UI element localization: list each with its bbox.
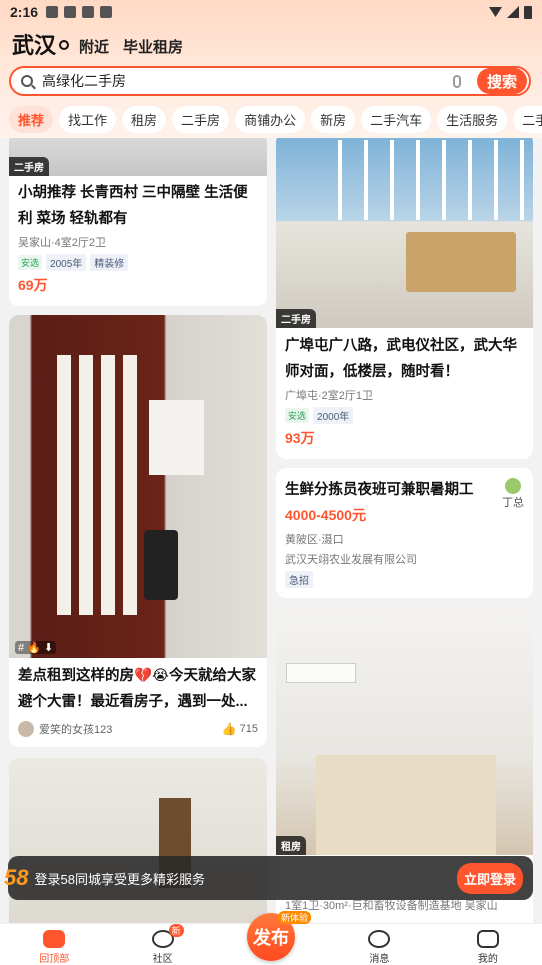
job-salary: 4000-4500元: [285, 507, 366, 523]
nav-back-to-top[interactable]: 回顶部: [0, 924, 108, 965]
recruiter-name: 丁总: [502, 497, 524, 509]
new-badge: 新: [168, 924, 184, 937]
job-location: 黄陂区·滠口: [285, 534, 344, 546]
like-icon[interactable]: 👍: [222, 722, 237, 736]
app-notification-icon: [100, 6, 113, 18]
tab-shop-office[interactable]: 商铺办公: [235, 106, 306, 133]
location-header: 武汉 附近 毕业租房: [0, 24, 542, 60]
job-card[interactable]: 生鲜分拣员夜班可兼职暑期工 4000-4500元 丁总 黄陂区·滠口 武汉天翊农…: [276, 468, 533, 598]
tab-recommend[interactable]: 推荐: [9, 106, 54, 133]
status-bar: 2:16: [0, 0, 542, 24]
city-selector[interactable]: 武汉: [12, 28, 56, 60]
tab-second-hand-house[interactable]: 二手房: [172, 106, 230, 133]
download-icon-2: [82, 6, 95, 18]
urgent-chip: 急招: [285, 571, 313, 588]
recruiter[interactable]: 丁总: [502, 478, 524, 525]
category-tabs: 推荐 找工作 租房 二手房 商铺办公 新房 二手汽车 生活服务 二手回: [0, 106, 542, 134]
notification-icon: [46, 6, 59, 18]
bed: [316, 755, 496, 855]
avatar[interactable]: [18, 721, 34, 737]
nav-messages[interactable]: 消息: [325, 924, 433, 965]
year-chip: 2005年: [46, 254, 87, 271]
job-header: 生鲜分拣员夜班可兼职暑期工 4000-4500元 丁总: [276, 468, 533, 525]
status-time: 2:16: [10, 4, 39, 20]
category-tag: 二手房: [9, 157, 49, 176]
listing-card-house-1[interactable]: 二手房 小胡推荐 长青西村 三中隔壁 生活便利 菜场 轻轨都有 吴家山·4室2厅…: [9, 138, 267, 306]
listing-chips: 安选 2000年: [276, 405, 533, 426]
graduate-rent-link[interactable]: 毕业租房: [123, 36, 183, 57]
listing-chips: 安选 2005年 精装修: [9, 252, 267, 273]
tab-rent[interactable]: 租房: [122, 106, 167, 133]
nav-me[interactable]: 我的: [434, 924, 542, 965]
like-count: 715: [239, 723, 258, 735]
door-seal-strips: [57, 355, 137, 615]
tab-second-hand-recycle[interactable]: 二手回: [513, 106, 542, 133]
feed: 二手房 小胡推荐 长青西村 三中隔壁 生活便利 菜场 轻轨都有 吴家山·4室2厅…: [0, 138, 542, 965]
wooden-bench: [406, 232, 516, 292]
category-tag: 租房: [276, 836, 306, 855]
window-frame: [316, 140, 526, 220]
microphone-icon[interactable]: [453, 74, 461, 88]
status-right: [489, 5, 532, 19]
post-title: 差点租到这样的房💔😭今天就给大家避个大雷！最近看房子，遇到一处...: [18, 668, 256, 710]
job-chips: 急招: [276, 569, 533, 590]
nav-label: 我的: [477, 954, 498, 965]
post-photo: # 🔥 ⬇: [9, 315, 267, 658]
job-company: 武汉天翊农业发展有限公司: [285, 554, 417, 566]
job-title: 生鲜分拣员夜班可兼职暑期工: [285, 482, 474, 498]
listing-price: 93万: [285, 430, 315, 446]
user-icon: [476, 930, 499, 948]
listing-card-house-2[interactable]: 二手房 广埠屯广八路，武电仪社区，武大华师对面，低楼层，随时看！ 广埠屯·2室2…: [276, 138, 533, 459]
search-button[interactable]: 搜索: [477, 68, 527, 94]
listing-photo: 二手房: [9, 138, 267, 176]
listing-photo: 二手房: [276, 138, 533, 328]
nav-community[interactable]: 新 社区: [108, 924, 216, 965]
listing-price: 69万: [18, 277, 48, 293]
verified-chip: 安选: [18, 255, 43, 270]
nav-label: 社区: [152, 954, 173, 965]
search-icon: [21, 75, 33, 87]
post-image-tags: # 🔥 ⬇: [15, 641, 57, 654]
listing-card-rent[interactable]: 租房 1室1卫·30m²·巨和畜牧设备制造基地 吴家山: [276, 605, 533, 965]
post-author[interactable]: 爱笑的女孩123: [39, 721, 222, 737]
category-tag: 二手房: [276, 309, 316, 328]
battery-icon: [524, 5, 532, 19]
search-input[interactable]: 高绿化二手房: [42, 71, 453, 91]
login-prompt-bar: 58 登录58同城享受更多精彩服务 立即登录: [4, 856, 533, 900]
door-notice-paper: [149, 400, 204, 475]
wifi-icon: [489, 7, 502, 17]
decoration-chip: 精装修: [90, 254, 129, 271]
login-button[interactable]: 立即登录: [456, 862, 523, 894]
download-icon: [64, 6, 77, 18]
home-icon: [43, 930, 66, 948]
signal-icon: [507, 6, 519, 18]
nearby-link[interactable]: 附近: [79, 36, 109, 57]
login-prompt-text: 登录58同城享受更多精彩服务: [34, 871, 205, 887]
nav-label: 消息: [369, 954, 390, 965]
listing-meta: 吴家山·4室2厅2卫: [18, 237, 107, 249]
year-chip: 2000年: [313, 407, 354, 424]
message-icon: [368, 930, 391, 948]
air-conditioner: [286, 663, 356, 683]
door-handle: [144, 530, 178, 600]
listing-title: 广埠屯广八路，武电仪社区，武大华师对面，低楼层，随时看！: [285, 338, 517, 380]
location-pin-icon[interactable]: [59, 40, 70, 50]
search-bar[interactable]: 高绿化二手房 搜索: [9, 66, 531, 96]
tab-used-car[interactable]: 二手汽车: [361, 106, 432, 133]
recruiter-avatar: [505, 478, 521, 494]
post-footer: 爱笑的女孩123 👍 715: [9, 715, 267, 743]
listing-title: 小胡推荐 长青西村 三中隔壁 生活便利 菜场 轻轨都有: [18, 185, 248, 227]
tab-jobs[interactable]: 找工作: [59, 106, 117, 133]
nav-label: 回顶部: [39, 954, 70, 965]
58-logo: 58: [4, 865, 29, 890]
listing-meta: 广埠屯·2室2厅1卫: [285, 390, 374, 402]
new-experience-badge: 新体验: [278, 911, 312, 924]
listing-photo: 租房: [276, 605, 533, 855]
community-post-card[interactable]: # 🔥 ⬇ 差点租到这样的房💔😭今天就给大家避个大雷！最近看房子，遇到一处...…: [9, 315, 267, 747]
verified-chip: 安选: [285, 408, 310, 423]
tab-life-service[interactable]: 生活服务: [437, 106, 508, 133]
tab-new-house[interactable]: 新房: [311, 106, 356, 133]
